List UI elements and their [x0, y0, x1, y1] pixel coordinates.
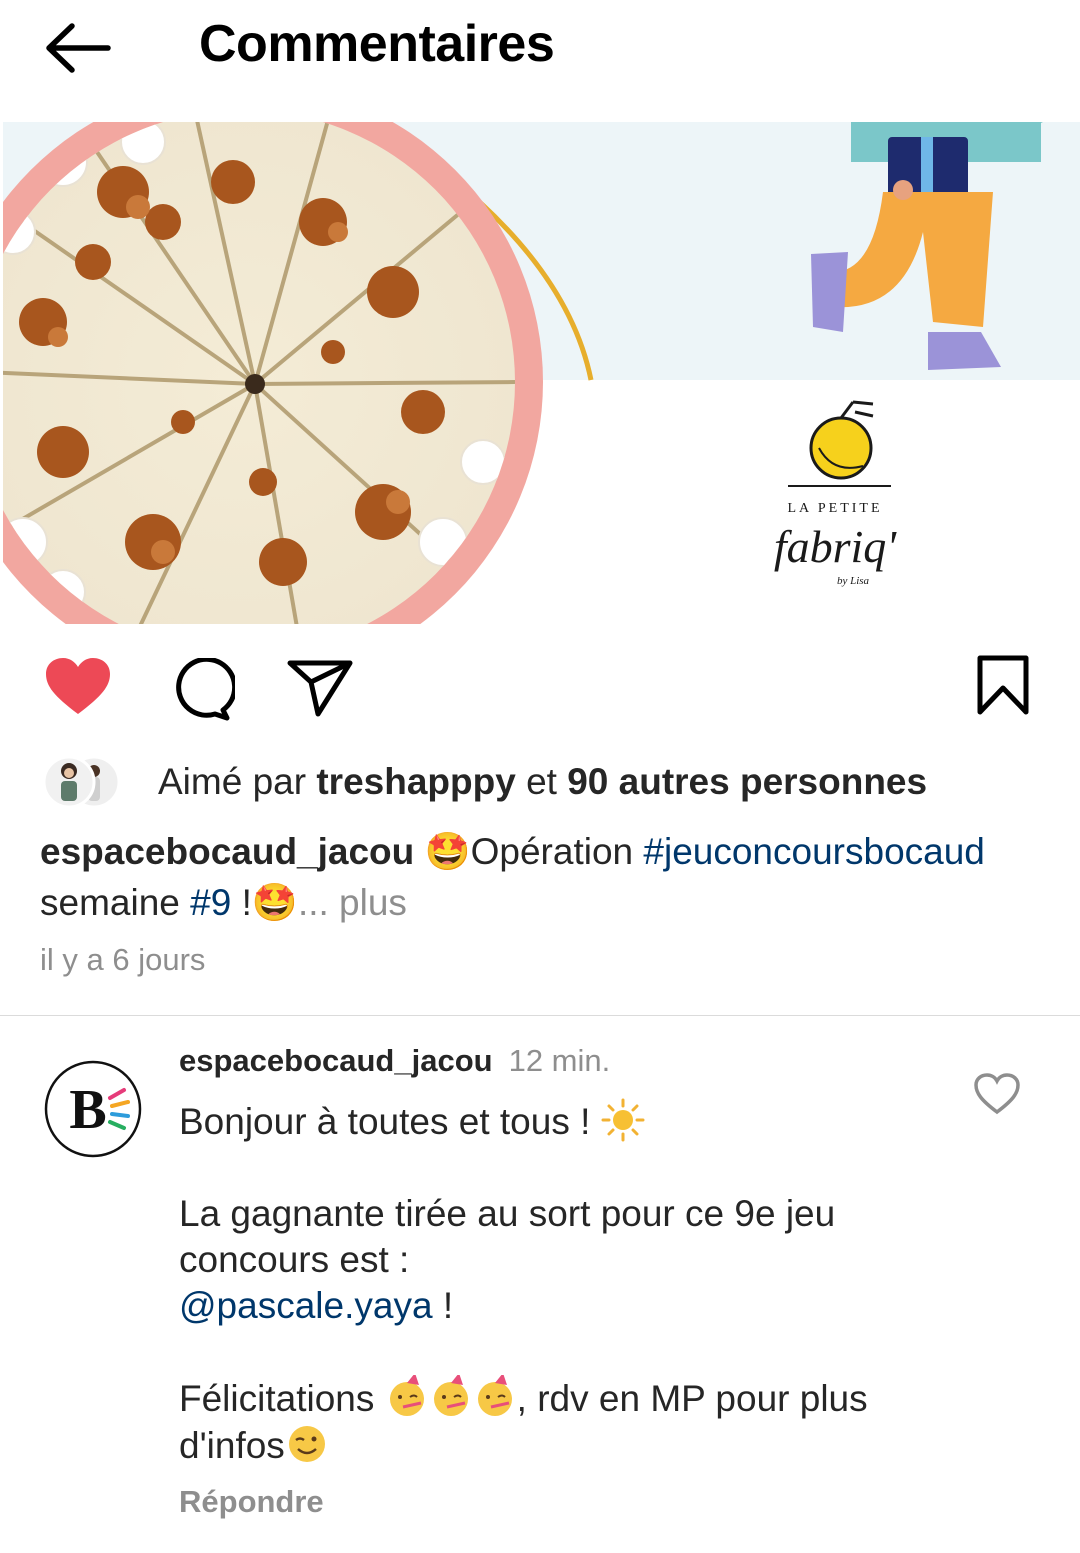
top-bar: Commentaires: [0, 0, 1080, 110]
liker-avatars: [42, 755, 144, 809]
likes-joiner: et: [526, 761, 557, 802]
heart-filled-icon: [46, 658, 110, 714]
caption-username[interactable]: espacebocaud_jacou: [40, 831, 414, 872]
likes-others[interactable]: 90 autres personnes: [567, 761, 927, 802]
likes-prefix: Aimé par: [158, 761, 307, 802]
avatar[interactable]: B: [44, 1060, 142, 1158]
comment-icon: [176, 656, 238, 721]
page-title: Commentaires: [199, 15, 555, 73]
bookmark-icon: [977, 655, 1029, 715]
post-timestamp: il y a 6 jours: [40, 942, 206, 977]
heart-outline-icon: [974, 1073, 1020, 1115]
send-icon: [287, 660, 353, 717]
liker-username[interactable]: treshapppy: [316, 761, 515, 802]
comment-header: espacebocaud_jacou 12 min.: [179, 1043, 610, 1079]
logo-line1: LA PETITE: [787, 501, 882, 516]
comment-time: 12 min.: [508, 1043, 611, 1078]
likes-summary[interactable]: Aimé par treshapppy et 90 autres personn…: [42, 755, 1044, 811]
caption-more-link[interactable]: ... plus: [298, 882, 407, 923]
comment-line: La gagnante tirée au sort pour ce 9e jeu…: [179, 1193, 836, 1280]
comment-line: Bonjour à toutes et tous !: [179, 1101, 591, 1142]
share-button[interactable]: [284, 658, 356, 718]
comment-like-button[interactable]: [973, 1072, 1021, 1116]
comment-mention[interactable]: @pascale.yaya: [179, 1285, 433, 1326]
party-face-icon: [433, 1375, 468, 1416]
caption-text: !: [241, 882, 252, 923]
caption-text: semaine: [40, 882, 180, 923]
logo-line3: by Lisa: [837, 575, 870, 587]
party-face-icon: [389, 1375, 424, 1416]
post-caption: espacebocaud_jacou 🤩Opération #jeuconcou…: [40, 826, 1030, 928]
post-image[interactable]: LA PETITE fabriq' by Lisa: [3, 122, 1080, 624]
back-button[interactable]: [40, 18, 114, 78]
comment-body: Bonjour à toutes et tous ! La gagnante t…: [179, 1098, 959, 1469]
comment-line: !: [442, 1285, 454, 1326]
reply-button[interactable]: Répondre: [179, 1484, 324, 1520]
like-button[interactable]: [44, 656, 112, 718]
likes-text: Aimé par treshapppy et 90 autres personn…: [158, 761, 927, 803]
save-button[interactable]: [972, 654, 1034, 718]
caption-emoji: 🤩: [424, 831, 471, 872]
divider: [0, 1015, 1080, 1016]
comment-username[interactable]: espacebocaud_jacou: [179, 1043, 493, 1078]
avatar-letter: B: [69, 1079, 106, 1141]
comment-button[interactable]: [165, 656, 238, 722]
logo-line2: fabriq': [774, 521, 897, 572]
post-actions: [0, 640, 1080, 740]
party-face-icon: [477, 1375, 512, 1416]
caption-hashtag[interactable]: #jeuconcoursbocaud: [643, 831, 984, 872]
comment-line: Félicitations: [179, 1378, 375, 1419]
caption-emoji: 🤩: [251, 882, 298, 923]
caption-text: Opération: [470, 831, 634, 872]
caption-hashtag[interactable]: #9: [190, 882, 231, 923]
sun-icon: [601, 1098, 645, 1142]
wink-face-icon: [288, 1426, 325, 1462]
arrow-left-icon: [46, 23, 111, 73]
